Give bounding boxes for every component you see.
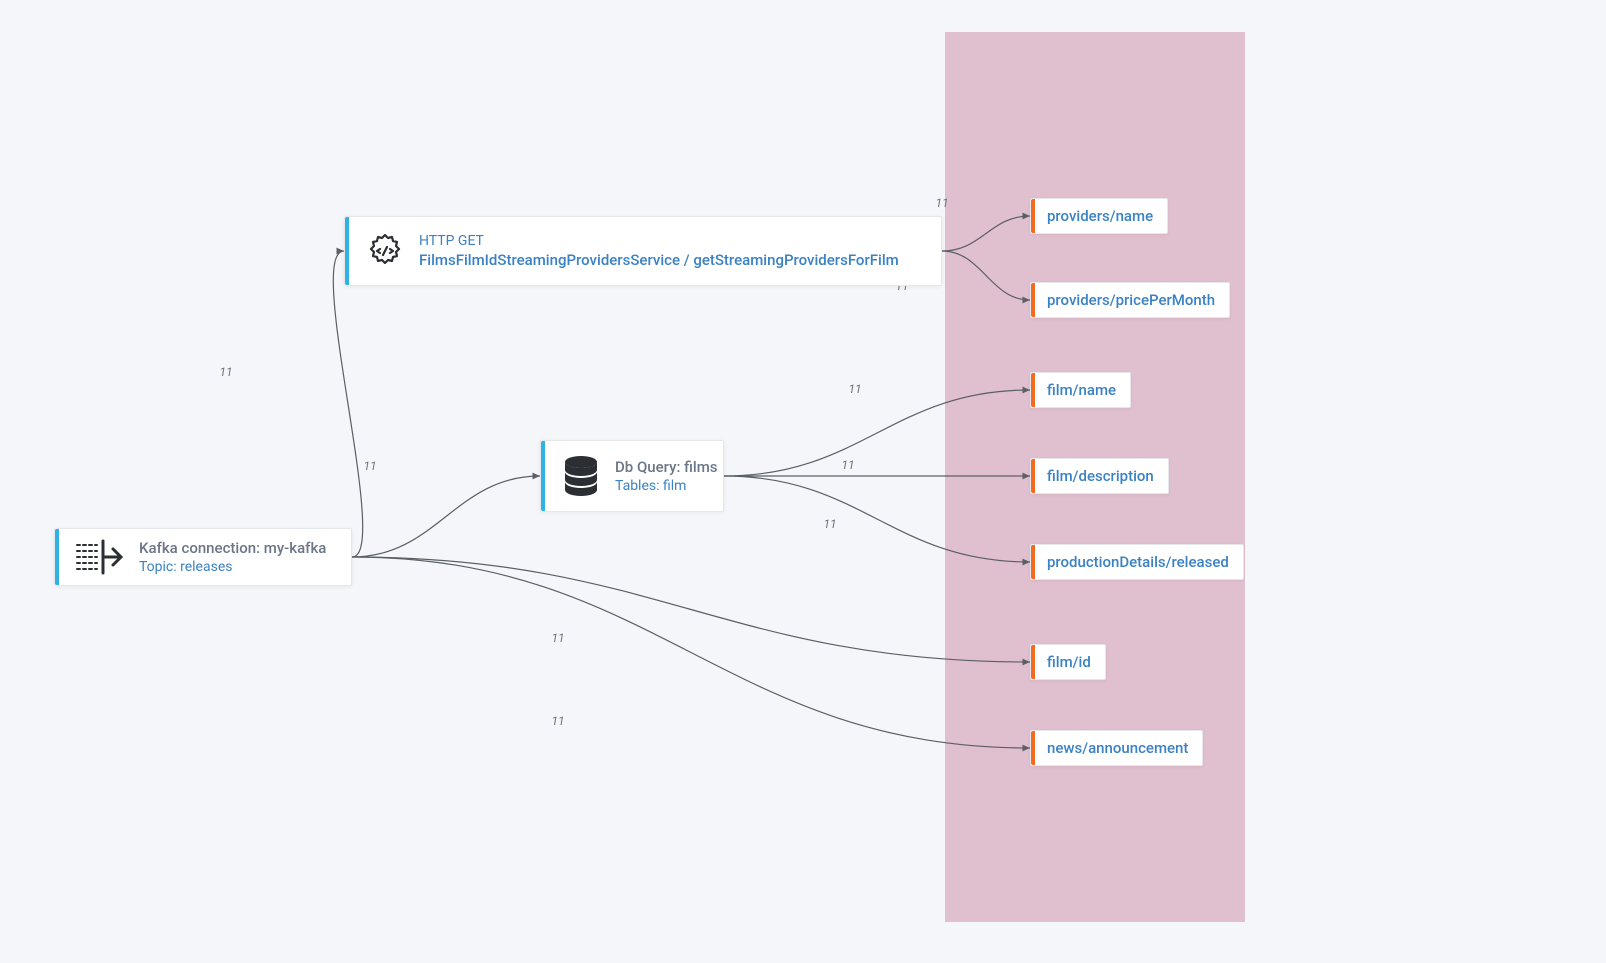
kafka-node-subtitle: Topic: releases (139, 559, 326, 575)
output-label: providers/pricePerMonth (1047, 291, 1215, 309)
pipeline-icon (75, 539, 125, 575)
node-accent-bar (1031, 645, 1035, 679)
gear-code-icon (365, 231, 405, 271)
output-providers-price-per-month[interactable]: providers/pricePerMonth (1030, 282, 1230, 318)
output-film-id[interactable]: film/id (1030, 644, 1106, 680)
node-accent-bar (1031, 373, 1035, 407)
node-accent-bar (1031, 283, 1035, 317)
database-icon (561, 454, 601, 498)
edge-label: 11 (363, 459, 376, 473)
node-text: HTTP GET FilmsFilmIdStreamingProvidersSe… (419, 233, 899, 269)
output-label: productionDetails/released (1047, 553, 1229, 571)
diagram-stage: 111111111111111111 Kafk (0, 0, 1606, 963)
edge (333, 251, 362, 557)
edges-layer: 111111111111111111 (0, 0, 1606, 963)
node-accent-bar (1031, 199, 1035, 233)
edge-label: 11 (219, 365, 232, 379)
output-label: film/name (1047, 381, 1116, 399)
edge (352, 557, 1030, 662)
edge (352, 557, 1030, 748)
node-text: Kafka connection: my-kafka Topic: releas… (139, 539, 326, 575)
db-node-title: Db Query: films (615, 458, 718, 476)
output-news-announcement[interactable]: news/announcement (1030, 730, 1203, 766)
node-accent-bar (1031, 545, 1035, 579)
output-production-released[interactable]: productionDetails/released (1030, 544, 1244, 580)
output-label: providers/name (1047, 207, 1153, 225)
node-accent-bar (541, 441, 545, 511)
output-label: film/description (1047, 467, 1154, 485)
output-film-description[interactable]: film/description (1030, 458, 1169, 494)
node-accent-bar (345, 217, 349, 285)
output-film-name[interactable]: film/name (1030, 372, 1131, 408)
edge-label: 11 (848, 382, 861, 396)
kafka-connection-node[interactable]: Kafka connection: my-kafka Topic: releas… (54, 528, 352, 586)
edge (352, 476, 540, 557)
edge-label: 11 (551, 631, 564, 645)
node-accent-bar (1031, 731, 1035, 765)
http-node-title: FilmsFilmIdStreamingProvidersService / g… (419, 251, 899, 269)
edge-label: 11 (551, 714, 564, 728)
edge-label: 11 (841, 458, 854, 472)
edge-label: 11 (823, 517, 836, 531)
db-node-subtitle: Tables: film (615, 478, 718, 494)
output-label: news/announcement (1047, 739, 1188, 757)
output-label: film/id (1047, 653, 1091, 671)
output-providers-name[interactable]: providers/name (1030, 198, 1168, 234)
http-node-pretitle: HTTP GET (419, 233, 899, 249)
node-accent-bar (55, 529, 59, 585)
node-accent-bar (1031, 459, 1035, 493)
http-service-node[interactable]: HTTP GET FilmsFilmIdStreamingProvidersSe… (344, 216, 942, 286)
node-text: Db Query: films Tables: film (615, 458, 718, 494)
db-query-node[interactable]: Db Query: films Tables: film (540, 440, 724, 512)
kafka-node-title: Kafka connection: my-kafka (139, 539, 326, 557)
